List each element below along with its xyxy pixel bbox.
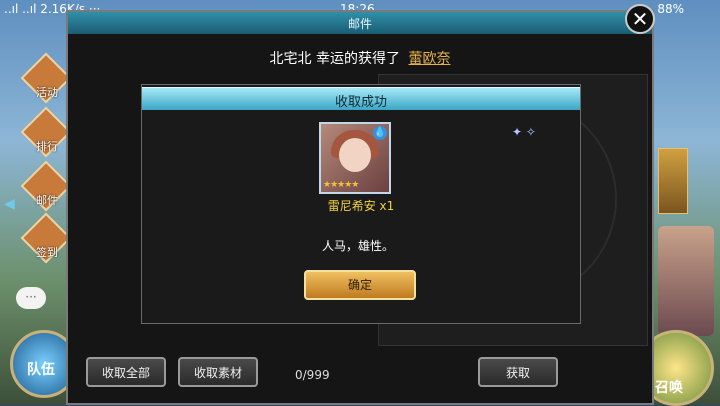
- character-portrait: [658, 226, 714, 336]
- dialog-header: 收取成功: [142, 87, 580, 110]
- mail-counter: 0/999: [295, 368, 330, 382]
- mail-title: 邮件: [348, 17, 373, 31]
- side-item-ranking[interactable]: 排行: [20, 106, 72, 158]
- event-banner[interactable]: [658, 148, 688, 214]
- character-card[interactable]: 💧 ★★★★★: [319, 122, 391, 194]
- notice-prize-link[interactable]: 蕾欧奈: [408, 51, 450, 67]
- receive-success-dialog: 收取成功 💧 ★★★★★ ✦ ✧ 雷尼希安 x1 人马，雄性。 确定: [141, 84, 581, 324]
- character-face: [339, 138, 371, 172]
- receive-all-button[interactable]: 收取全部: [86, 357, 166, 387]
- side-item-checkin[interactable]: 签到: [20, 212, 72, 264]
- side-item-label: 签到: [36, 246, 58, 259]
- water-element-icon: 💧: [373, 126, 387, 140]
- get-button[interactable]: 获取: [478, 357, 558, 387]
- right-decoration: 召唤: [638, 20, 720, 406]
- rarity-stars: ★★★★★: [323, 180, 359, 190]
- side-item-label: 邮件: [36, 194, 58, 207]
- confirm-button[interactable]: 确定: [304, 270, 416, 300]
- battery-level: 88%: [657, 2, 684, 16]
- chat-bubble-icon[interactable]: ···: [16, 287, 46, 309]
- side-item-events[interactable]: 活动: [20, 52, 72, 104]
- side-item-label: 排行: [36, 140, 58, 153]
- mail-header: 邮件: [68, 12, 652, 34]
- item-name: 雷尼希安 x1: [327, 199, 395, 213]
- arrow-left-icon[interactable]: ◀: [4, 196, 15, 212]
- notice-text: 北宅北 幸运的获得了: [269, 51, 400, 67]
- close-icon[interactable]: ✕: [625, 4, 655, 34]
- side-item-label: 活动: [36, 86, 58, 99]
- dialog-title: 收取成功: [334, 95, 387, 110]
- team-label: 队伍: [27, 362, 55, 378]
- receive-materials-button[interactable]: 收取素材: [178, 357, 258, 387]
- lucky-notice: 北宅北 幸运的获得了 蕾欧奈: [68, 48, 652, 68]
- item-description: 人马，雄性。: [322, 239, 395, 253]
- summon-label: 召唤: [655, 380, 683, 396]
- sparkle-icon: ✦ ✧: [512, 125, 536, 139]
- side-item-mail[interactable]: 邮件: [20, 160, 72, 212]
